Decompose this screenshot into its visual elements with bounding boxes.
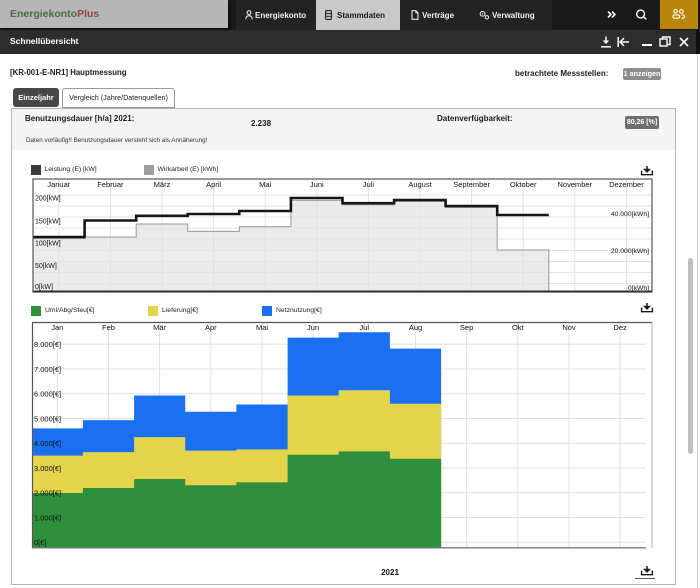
svg-text:8.000[€]: 8.000[€] [34, 340, 61, 349]
svg-text:20.000[kWh]: 20.000[kWh] [611, 248, 649, 255]
svg-text:Jan: Jan [51, 323, 63, 332]
svg-text:Mär: Mär [153, 323, 166, 332]
svg-text:Sep: Sep [460, 323, 473, 332]
svg-text:Februar: Februar [97, 180, 124, 189]
svg-text:4.000[€]: 4.000[€] [34, 439, 61, 448]
svg-text:Apr: Apr [205, 323, 217, 332]
svg-text:7.000[€]: 7.000[€] [34, 365, 61, 374]
svg-text:Juli: Juli [363, 180, 375, 189]
svg-text:200[kW]: 200[kW] [35, 196, 61, 203]
svg-text:40.000[kWh]: 40.000[kWh] [611, 211, 649, 218]
svg-text:Mai: Mai [259, 180, 271, 189]
svg-text:Jul: Jul [360, 323, 370, 332]
svg-text:April: April [206, 180, 221, 189]
svg-text:Jun: Jun [307, 323, 319, 332]
svg-text:0[€]: 0[€] [34, 538, 47, 547]
svg-text:0[kW]: 0[kW] [35, 284, 53, 291]
svg-text:Juni: Juni [310, 180, 324, 189]
svg-text:50[kW]: 50[kW] [35, 263, 57, 270]
svg-text:Feb: Feb [102, 323, 115, 332]
svg-text:2.000[€]: 2.000[€] [34, 489, 61, 498]
svg-text:Aug: Aug [409, 323, 422, 332]
svg-text:Nov: Nov [562, 323, 576, 332]
svg-text:3.000[€]: 3.000[€] [34, 464, 61, 473]
svg-text:6.000[€]: 6.000[€] [34, 390, 61, 399]
svg-text:Januar: Januar [47, 180, 70, 189]
svg-text:100[kW]: 100[kW] [35, 241, 61, 248]
svg-text:Mai: Mai [256, 323, 268, 332]
svg-text:November: November [557, 180, 592, 189]
svg-text:September: September [453, 180, 490, 189]
svg-text:5.000[€]: 5.000[€] [34, 415, 61, 424]
svg-text:1.000[€]: 1.000[€] [34, 514, 61, 523]
svg-text:März: März [154, 180, 171, 189]
svg-text:Oktober: Oktober [510, 180, 537, 189]
svg-text:150[kW]: 150[kW] [35, 219, 61, 226]
svg-text:Okt: Okt [512, 323, 525, 332]
svg-text:0[kWh]: 0[kWh] [628, 285, 649, 292]
svg-text:Dezember: Dezember [609, 180, 644, 189]
svg-text:August: August [408, 180, 432, 189]
svg-text:Dez: Dez [613, 323, 627, 332]
